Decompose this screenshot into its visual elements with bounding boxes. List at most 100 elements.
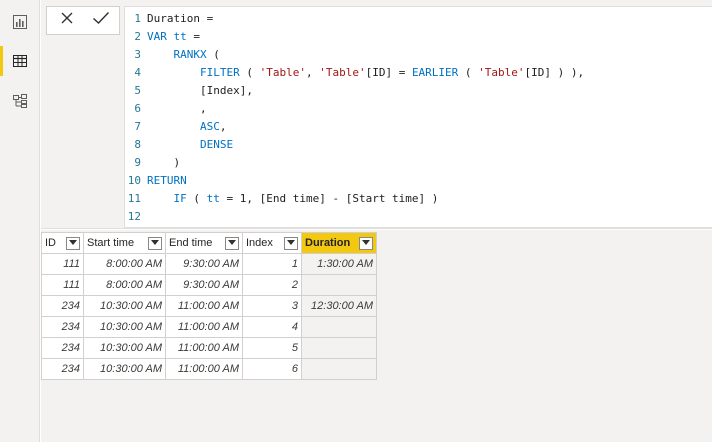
view-rail [0,0,40,442]
filter-dropdown-button[interactable] [66,236,80,250]
column-header-label: Index [246,237,273,249]
table-cell[interactable]: 234 [41,316,84,338]
table-cell[interactable]: 6 [242,358,302,380]
table-cell[interactable]: 5 [242,337,302,359]
code-line: 6 , [125,100,206,118]
column-header-label: Duration [305,237,351,249]
line-number: 11 [127,192,141,205]
table-cell[interactable]: 10:30:00 AM [83,295,166,317]
table-cell[interactable] [301,274,377,296]
table-cell[interactable]: 8:00:00 AM [83,274,166,296]
filter-dropdown-button[interactable] [148,236,162,250]
table-row[interactable]: 234 10:30:00 AM 11:00:00 AM 4 [41,316,377,338]
formula-commit-controls [46,6,120,35]
table-row[interactable]: 234 10:30:00 AM 11:00:00 AM 3 12:30:00 AM [41,295,377,317]
code-text: RETURN [147,174,187,187]
line-number: 12 [127,210,141,223]
bar-chart-icon [12,14,28,30]
column-header[interactable]: Index [242,232,302,254]
table-cell[interactable]: 234 [41,295,84,317]
commit-button[interactable] [83,7,119,34]
table-cell[interactable]: 234 [41,358,84,380]
table-header-row: ID Start time End time Index Duration [41,232,377,254]
data-view-button[interactable] [0,42,40,80]
code-text: IF ( tt = 1, [End time] - [Start time] ) [173,192,439,205]
table-cell[interactable]: 1 [242,253,302,275]
table-cell[interactable]: 2 [242,274,302,296]
model-icon [12,93,28,109]
line-number: 4 [134,66,141,79]
table-row[interactable]: 111 8:00:00 AM 9:30:00 AM 1 1:30:00 AM [41,253,377,275]
table-cell[interactable]: 10:30:00 AM [83,337,166,359]
line-number: 10 [127,174,141,187]
line-number: 3 [134,48,141,61]
table-cell[interactable]: 11:00:00 AM [165,295,243,317]
code-line: 1 Duration = [125,10,213,28]
code-text: ASC, [199,120,227,133]
line-number: 1 [134,12,141,25]
table-cell[interactable]: 8:00:00 AM [83,253,166,275]
table-cell[interactable]: 234 [41,337,84,359]
report-view-button[interactable] [0,3,40,41]
table-cell[interactable] [301,358,377,380]
table-cell[interactable]: 1:30:00 AM [301,253,377,275]
table-cell[interactable]: 11:00:00 AM [165,358,243,380]
filter-dropdown-button[interactable] [225,236,239,250]
table-cell[interactable]: 111 [41,274,84,296]
filter-dropdown-button[interactable] [359,236,373,250]
close-icon [60,11,74,30]
table-row[interactable]: 111 8:00:00 AM 9:30:00 AM 2 [41,274,377,296]
chevron-down-icon [151,240,159,245]
line-number: 6 [134,102,141,115]
column-header-label: ID [45,237,56,249]
code-text: VAR tt = [147,30,200,43]
line-number: 5 [134,84,141,97]
column-header[interactable]: Start time [83,232,166,254]
code-text: FILTER ( 'Table', 'Table'[ID] = EARLIER … [199,66,585,79]
chevron-down-icon [362,240,370,245]
column-header[interactable]: Duration [301,232,377,254]
line-number: 9 [134,156,141,169]
table-cell[interactable]: 10:30:00 AM [83,358,166,380]
cancel-button[interactable] [49,7,85,34]
table-cell[interactable]: 11:00:00 AM [165,337,243,359]
table-cell[interactable]: 11:00:00 AM [165,316,243,338]
table-cell[interactable]: 111 [41,253,84,275]
table-cell[interactable]: 4 [242,316,302,338]
code-line: 3 RANKX ( [125,46,220,64]
model-view-button[interactable] [0,82,40,120]
chevron-down-icon [228,240,236,245]
table-row[interactable]: 234 10:30:00 AM 11:00:00 AM 6 [41,358,377,380]
chevron-down-icon [287,240,295,245]
checkmark-icon [92,11,110,30]
data-table: ID Start time End time Index Duration 111 8:0… [41,232,377,380]
table-cell[interactable] [301,316,377,338]
table-cell[interactable]: 9:30:00 AM [165,274,243,296]
code-line: 2 VAR tt = [125,28,200,46]
line-number: 7 [134,120,141,133]
code-text: RANKX ( [173,48,220,61]
code-line: 5 [Index], [125,82,253,100]
code-text: DENSE [199,138,234,151]
column-header-label: Start time [87,237,135,249]
code-line: 12 [125,208,147,226]
table-cell[interactable]: 9:30:00 AM [165,253,243,275]
code-line: 9 ) [125,154,180,172]
column-header[interactable]: End time [165,232,243,254]
code-line: 11 IF ( tt = 1, [End time] - [Start time… [125,190,439,208]
table-icon [12,53,28,69]
table-cell[interactable]: 10:30:00 AM [83,316,166,338]
chevron-down-icon [69,240,77,245]
data-grid-area: ID Start time End time Index Duration 111 8:0… [41,230,712,442]
line-number: 8 [134,138,141,151]
dax-formula-editor[interactable]: 1 Duration = 2 VAR tt = 3 RANKX (4 FILTER ( … [124,6,712,228]
table-row[interactable]: 234 10:30:00 AM 11:00:00 AM 5 [41,337,377,359]
table-cell[interactable]: 12:30:00 AM [301,295,377,317]
table-cell[interactable]: 3 [242,295,302,317]
code-line: 8 DENSE [125,136,233,154]
filter-dropdown-button[interactable] [284,236,298,250]
column-header[interactable]: ID [41,232,84,254]
code-line: 10 RETURN [125,172,187,190]
table-cell[interactable] [301,337,377,359]
code-text: [Index], [147,84,253,97]
